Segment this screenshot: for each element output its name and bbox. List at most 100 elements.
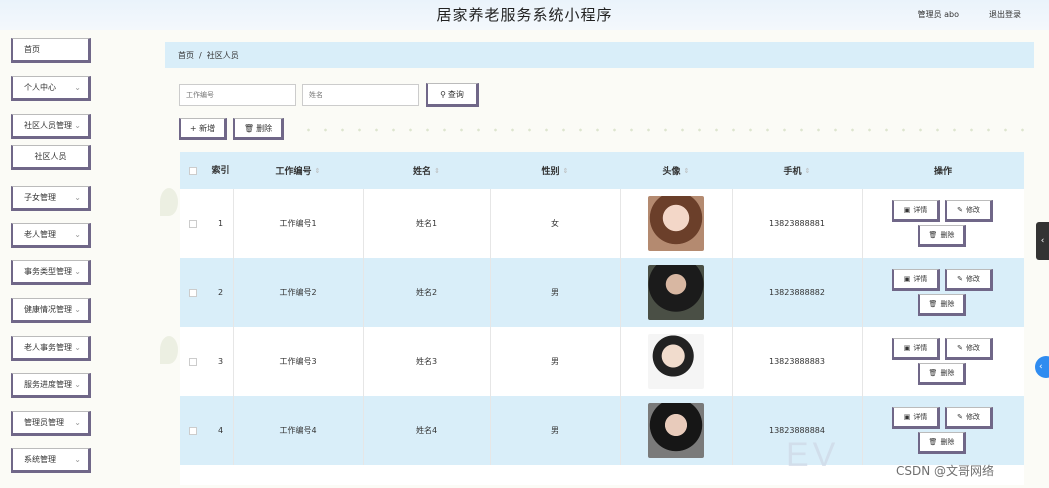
header-work-no[interactable]: 工作编号 ⇕ <box>233 152 363 189</box>
breadcrumb-home[interactable]: 首页 <box>178 50 194 61</box>
row-select-cell[interactable] <box>180 327 205 396</box>
query-button-label: 查询 <box>447 89 464 99</box>
work-no-input[interactable] <box>179 84 296 106</box>
cell-index: 4 <box>217 426 224 435</box>
header-ops: 操作 <box>933 167 952 177</box>
delete-button[interactable]: 🗑 删除 <box>918 432 966 454</box>
cell-index: 3 <box>217 357 224 366</box>
logout-link[interactable]: 退出登录 <box>989 9 1021 20</box>
cell-work-no: 工作编号3 <box>279 357 317 366</box>
cell-index: 1 <box>217 219 224 228</box>
delete-button[interactable]: 🗑 删除 <box>918 363 966 385</box>
chevron-down-icon: ⌄ <box>74 305 81 314</box>
sidebar-item-3[interactable]: 社区人员 <box>11 145 91 170</box>
sidebar-item-8[interactable]: 老人事务管理 ⌄ <box>11 336 91 361</box>
delete-button[interactable]: 🗑 删除 <box>918 294 966 316</box>
edit-button-label: 修改 <box>965 275 980 283</box>
sidebar-item-label: 系统管理 <box>24 455 56 464</box>
sidebar-item-4[interactable]: 子女管理 ⌄ <box>11 186 91 211</box>
cell-gender: 女 <box>551 219 559 228</box>
detail-button[interactable]: ▣ 详情 <box>892 338 940 360</box>
add-button[interactable]: + 新增 <box>179 118 227 140</box>
edit-button[interactable]: ✎ 修改 <box>945 338 993 360</box>
select-all-checkbox[interactable] <box>188 166 197 175</box>
cell-ops: ▣ 详情 ✎ 修改 🗑 删除 <box>862 396 1024 465</box>
row-checkbox[interactable] <box>188 426 197 435</box>
sort-icon: ⇕ <box>562 166 569 175</box>
sidebar-item-label: 事务类型管理 <box>24 267 72 276</box>
name-input[interactable] <box>302 84 419 106</box>
avatar <box>648 334 704 389</box>
edit-button[interactable]: ✎ 修改 <box>945 200 993 222</box>
sidebar-item-9[interactable]: 服务进度管理 ⌄ <box>11 373 91 398</box>
delete-button-label: 删除 <box>940 300 955 308</box>
sidebar-item-7[interactable]: 健康情况管理 ⌄ <box>11 298 91 323</box>
table-row: 3 工作编号3 姓名3 男 13823888883 ▣ 详情 ✎ 修改 🗑 删除 <box>180 327 1024 396</box>
row-select-cell[interactable] <box>180 189 205 258</box>
breadcrumb: 首页 / 社区人员 <box>165 42 1034 68</box>
breadcrumb-current: 社区人员 <box>206 50 239 60</box>
edit-button[interactable]: ✎ 修改 <box>945 407 993 429</box>
header-index: 索引 <box>211 165 230 176</box>
sort-icon: ⇕ <box>804 166 811 175</box>
sidebar-item-5[interactable]: 老人管理 ⌄ <box>11 223 91 248</box>
collapse-toggle-button[interactable]: ‹ <box>1036 222 1049 260</box>
table-header: 索引 工作编号 ⇕ 姓名 ⇕ 性别 ⇕ 头像 ⇕ 手机 ⇕ 操作 <box>180 152 1024 189</box>
header-gender[interactable]: 性别 ⇕ <box>490 152 620 189</box>
delete-button[interactable]: 🗑 删除 <box>918 225 966 247</box>
delete-icon: 🗑 <box>928 300 938 308</box>
sidebar-item-6[interactable]: 事务类型管理 ⌄ <box>11 260 91 285</box>
leaf-decoration <box>160 336 178 364</box>
sidebar-item-0[interactable]: 首页 <box>11 38 91 63</box>
csdn-watermark: CSDN @文哥网络 <box>896 464 995 478</box>
cell-ops: ▣ 详情 ✎ 修改 🗑 删除 <box>862 327 1024 396</box>
cell-avatar <box>620 396 732 465</box>
row-select-cell[interactable] <box>180 396 205 465</box>
sidebar-item-label: 社区人员管理 <box>24 121 72 130</box>
sidebar-item-2[interactable]: 社区人员管理 ⌄ <box>11 114 91 139</box>
row-checkbox[interactable] <box>188 288 197 297</box>
detail-button-label: 详情 <box>913 344 928 352</box>
detail-button-label: 详情 <box>913 413 928 421</box>
header-name[interactable]: 姓名 ⇕ <box>363 152 490 189</box>
sidebar-item-label: 健康情况管理 <box>24 305 72 314</box>
delete-button-label: 删除 <box>940 369 955 377</box>
table-row: 4 工作编号4 姓名4 男 13823888884 ▣ 详情 ✎ 修改 🗑 删除 <box>180 396 1024 465</box>
batch-delete-button[interactable]: 🗑 删除 <box>233 118 284 140</box>
row-select-cell[interactable] <box>180 258 205 327</box>
leaf-decoration <box>160 188 178 216</box>
sidebar-item-1[interactable]: 个人中心 ⌄ <box>11 76 91 101</box>
detail-button-label: 详情 <box>913 275 928 283</box>
cell-avatar <box>620 327 732 396</box>
sidebar-item-label: 首页 <box>24 45 40 54</box>
sidebar-item-label: 管理员管理 <box>24 418 64 427</box>
top-bar: 居家养老服务系统小程序 管理员 abo 退出登录 <box>0 0 1049 30</box>
select-all-cell[interactable] <box>180 152 205 189</box>
sort-icon: ⇕ <box>434 166 440 175</box>
delete-icon: 🗑 <box>928 231 938 239</box>
cell-ops: ▣ 详情 ✎ 修改 🗑 删除 <box>862 258 1024 327</box>
detail-icon: ▣ <box>903 413 911 421</box>
cell-work-no: 工作编号2 <box>279 288 317 297</box>
query-button[interactable]: ⚲ 查询 <box>426 83 479 107</box>
detail-button[interactable]: ▣ 详情 <box>892 269 940 291</box>
sidebar-item-11[interactable]: 系统管理 ⌄ <box>11 448 91 473</box>
edit-button[interactable]: ✎ 修改 <box>945 269 993 291</box>
detail-button[interactable]: ▣ 详情 <box>892 200 940 222</box>
row-checkbox[interactable] <box>188 357 197 366</box>
sidebar-item-label: 老人事务管理 <box>24 343 72 352</box>
cell-phone: 13823888883 <box>769 357 825 366</box>
row-checkbox[interactable] <box>188 219 197 228</box>
cell-phone: 13823888881 <box>769 219 825 228</box>
chevron-down-icon: ⌄ <box>74 267 81 276</box>
add-button-label: + 新增 <box>189 123 216 133</box>
detail-button[interactable]: ▣ 详情 <box>892 407 940 429</box>
delete-icon: 🗑 <box>928 369 938 377</box>
sidebar-item-10[interactable]: 管理员管理 ⌄ <box>11 411 91 436</box>
float-helper-button[interactable]: ‹ <box>1035 356 1049 378</box>
header-avatar[interactable]: 头像 ⇕ <box>620 152 732 189</box>
cell-gender: 男 <box>551 426 559 435</box>
header-phone[interactable]: 手机 ⇕ <box>732 152 862 189</box>
chevron-down-icon: ⌄ <box>74 418 81 427</box>
search-icon: ⚲ <box>440 89 446 99</box>
